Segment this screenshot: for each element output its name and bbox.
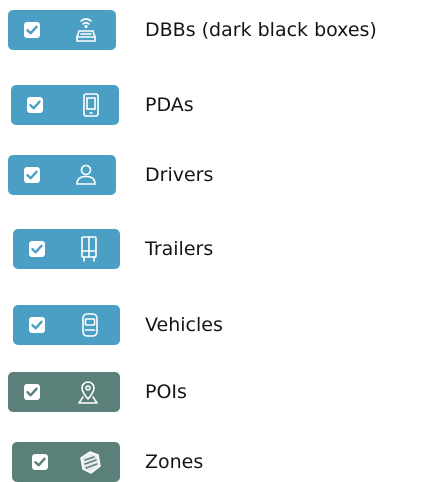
checkbox[interactable] [24, 22, 40, 38]
checkbox[interactable] [24, 167, 40, 183]
driver-person-icon [72, 161, 100, 189]
poi-pin-icon [74, 378, 102, 406]
layer-toggle-trailers[interactable] [13, 229, 120, 269]
layer-label: Vehicles [145, 314, 223, 336]
pda-device-icon [77, 91, 105, 119]
layer-toggle-zones[interactable] [12, 442, 120, 482]
layer-toggle-pdas[interactable] [11, 85, 119, 125]
layer-label: Trailers [145, 238, 214, 260]
layer-toggle-vehicles[interactable] [13, 305, 120, 345]
layer-row-pois[interactable]: POIs [0, 372, 422, 412]
layer-row-dbbs[interactable]: DBBs (dark black boxes) [0, 10, 422, 50]
layer-row-zones[interactable]: Zones [0, 442, 422, 482]
layer-toggle-drivers[interactable] [8, 155, 116, 195]
trailer-icon [75, 235, 103, 263]
checkbox[interactable] [32, 454, 48, 470]
layer-row-trailers[interactable]: Trailers [0, 229, 422, 269]
zone-map-icon [76, 448, 104, 476]
checkbox[interactable] [24, 384, 40, 400]
layer-label: Drivers [145, 164, 214, 186]
black-box-wifi-icon [72, 16, 100, 44]
layer-row-drivers[interactable]: Drivers [0, 155, 422, 195]
checkbox[interactable] [27, 97, 43, 113]
vehicle-icon [76, 311, 104, 339]
layer-label: PDAs [145, 94, 194, 116]
layer-row-pdas[interactable]: PDAs [0, 85, 422, 125]
checkbox[interactable] [29, 241, 45, 257]
layer-toggle-pois[interactable] [8, 372, 120, 412]
layer-label: POIs [145, 381, 187, 403]
checkbox[interactable] [29, 317, 45, 333]
layer-toggle-dbbs[interactable] [8, 10, 116, 50]
layer-label: DBBs (dark black boxes) [145, 19, 377, 41]
layer-label: Zones [145, 451, 204, 473]
layer-row-vehicles[interactable]: Vehicles [0, 305, 422, 345]
